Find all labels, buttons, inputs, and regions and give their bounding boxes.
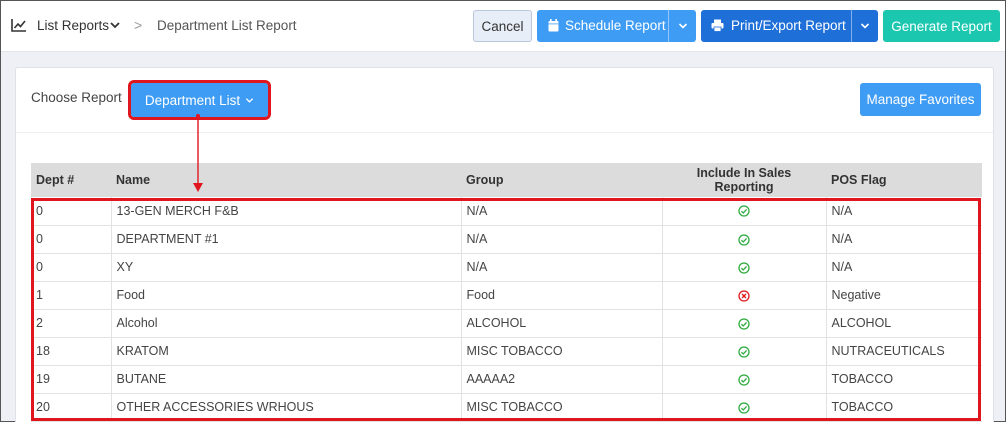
check-circle-icon	[738, 316, 750, 330]
breadcrumb-current: Department List Report	[157, 18, 297, 33]
check-circle-icon	[738, 204, 750, 218]
cell-dept: 18	[31, 337, 112, 366]
column-header-group[interactable]: Group	[461, 163, 662, 197]
check-circle-icon	[738, 232, 750, 246]
cell-pos-flag: N/A	[826, 225, 982, 254]
printer-icon	[711, 19, 724, 32]
cell-group: AAAAA2	[461, 365, 663, 394]
column-header-include-in-sales[interactable]: Include In Sales Reporting	[662, 163, 826, 197]
schedule-report-button[interactable]: Schedule Report	[537, 10, 696, 42]
chevron-down-icon[interactable]	[109, 19, 121, 31]
cancel-button[interactable]: Cancel	[473, 10, 532, 42]
top-toolbar: List Reports > Department List Report Ca…	[1, 1, 1005, 52]
check-circle-icon	[738, 400, 750, 414]
cell-dept: 19	[31, 365, 112, 394]
table-row[interactable]: 0 13-GEN MERCH F&B N/A N/A	[31, 197, 982, 226]
cell-include-in-sales	[662, 393, 827, 422]
table-header-row: Dept # Name Group Include In Sales Repor…	[31, 163, 982, 197]
table-row[interactable]: 20 OTHER ACCESSORIES WRHOUS MISC TOBACCO TO…	[31, 393, 982, 422]
print-dropdown-chevron-icon[interactable]	[860, 21, 870, 31]
cell-include-in-sales	[662, 253, 827, 282]
cell-name: BUTANE	[111, 365, 462, 394]
column-header-name[interactable]: Name	[111, 163, 461, 197]
cell-include-in-sales	[662, 197, 827, 226]
table-row[interactable]: 1 Food Food Negative	[31, 281, 982, 310]
split-divider	[851, 10, 852, 42]
column-header-dept[interactable]: Dept #	[31, 163, 111, 197]
report-select-dropdown[interactable]: Department List	[128, 80, 271, 120]
table-row[interactable]: 2 Alcohol ALCOHOL ALCOHOL	[31, 309, 982, 338]
department-table: Dept # Name Group Include In Sales Repor…	[31, 163, 982, 422]
schedule-dropdown-chevron-icon[interactable]	[678, 21, 688, 31]
check-circle-icon	[738, 260, 750, 274]
cell-group: N/A	[461, 197, 663, 226]
cell-pos-flag: N/A	[826, 253, 982, 282]
table-row[interactable]: 18 KRATOM MISC TOBACCO NUTRACEUTICALS	[31, 337, 982, 366]
check-circle-icon	[738, 372, 750, 386]
cell-group: MISC TOBACCO	[461, 337, 663, 366]
cell-name: KRATOM	[111, 337, 462, 366]
cell-name: OTHER ACCESSORIES WRHOUS	[111, 393, 462, 422]
line-chart-icon	[11, 19, 26, 32]
report-panel: Choose Report Department List Manage Fav…	[15, 67, 994, 422]
report-select-value: Department List	[144, 92, 241, 108]
cell-dept: 0	[31, 225, 112, 254]
table-row[interactable]: 0 DEPARTMENT #1 N/A N/A	[31, 225, 982, 254]
breadcrumb-separator: >	[134, 17, 143, 33]
cell-pos-flag: NUTRACEUTICALS	[826, 337, 982, 366]
cell-group: Food	[461, 281, 663, 310]
table-row[interactable]: 0 XY N/A N/A	[31, 253, 982, 282]
department-table-wrapper: Dept # Name Group Include In Sales Repor…	[31, 163, 982, 422]
cell-group: ALCOHOL	[461, 309, 663, 338]
cell-pos-flag: N/A	[826, 197, 982, 226]
calendar-icon	[548, 19, 559, 32]
cell-name: DEPARTMENT #1	[111, 225, 462, 254]
cell-include-in-sales	[662, 225, 827, 254]
cell-pos-flag: ALCOHOL	[826, 309, 982, 338]
cell-group: MISC TOBACCO	[461, 393, 663, 422]
generate-report-button[interactable]: Generate Report	[883, 10, 1000, 42]
generate-report-label: Generate Report	[891, 18, 992, 34]
split-divider	[668, 10, 669, 42]
cell-name: XY	[111, 253, 462, 282]
manage-favorites-label: Manage Favorites	[866, 92, 975, 107]
cell-pos-flag: Negative	[826, 281, 982, 310]
cell-dept: 20	[31, 393, 112, 422]
cell-dept: 1	[31, 281, 112, 310]
cell-include-in-sales	[662, 365, 827, 394]
chevron-down-icon	[246, 97, 254, 103]
cell-include-in-sales	[662, 281, 827, 310]
cell-name: Alcohol	[111, 309, 462, 338]
cell-include-in-sales	[662, 309, 827, 338]
cell-group: N/A	[461, 253, 663, 282]
cell-dept: 0	[31, 253, 112, 282]
choose-report-label: Choose Report	[31, 90, 122, 105]
column-header-pos-flag[interactable]: POS Flag	[826, 163, 982, 197]
manage-favorites-button[interactable]: Manage Favorites	[860, 83, 981, 116]
panel-divider	[16, 132, 993, 133]
cell-name: 13-GEN MERCH F&B	[111, 197, 462, 226]
table-row[interactable]: 19 BUTANE AAAAA2 TOBACCO	[31, 365, 982, 394]
cell-dept: 0	[31, 197, 112, 226]
print-export-label: Print/Export Report	[731, 18, 846, 33]
breadcrumb-list-reports[interactable]: List Reports	[37, 18, 109, 33]
cell-dept: 2	[31, 309, 112, 338]
cell-pos-flag: TOBACCO	[826, 365, 982, 394]
cell-group: N/A	[461, 225, 663, 254]
cancel-button-label: Cancel	[481, 18, 524, 34]
schedule-report-label: Schedule Report	[565, 18, 666, 33]
print-export-report-button[interactable]: Print/Export Report	[701, 10, 878, 42]
check-circle-icon	[738, 344, 750, 358]
cell-include-in-sales	[662, 337, 827, 366]
x-circle-icon	[738, 288, 750, 302]
cell-name: Food	[111, 281, 462, 310]
cell-pos-flag: TOBACCO	[826, 393, 982, 422]
